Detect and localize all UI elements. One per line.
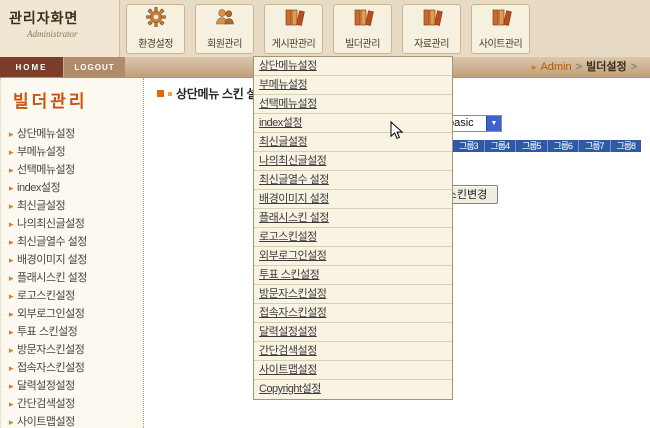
arrow-bullet-icon xyxy=(9,146,17,158)
sidebar-item[interactable]: 외부로그인설정 xyxy=(1,305,143,323)
arrow-bullet-icon xyxy=(9,362,17,374)
dropdown-menu-item[interactable]: 접속자스킨설정 xyxy=(254,304,452,323)
menu-button-data[interactable]: 자료관리 xyxy=(402,4,461,54)
sidebar: 빌더관리 상단메뉴설정 부메뉴설정 선택메뉴설정 index설정 최신글설정 나… xyxy=(0,78,144,428)
breadcrumb-arrow-icon: ▸ xyxy=(532,57,537,78)
arrow-bullet-icon xyxy=(9,164,17,176)
header: 관리자화면 Administrator xyxy=(0,0,650,57)
menu-button-label: 환경설정 xyxy=(138,35,173,50)
menu-button-site[interactable]: 사이트관리 xyxy=(471,4,530,54)
logo-title: 관리자화면 xyxy=(9,8,119,28)
sidebar-title: 빌더관리 xyxy=(13,87,143,112)
builder-icon xyxy=(351,5,375,34)
settings-icon xyxy=(144,5,168,34)
arrow-bullet-icon xyxy=(9,218,17,230)
sidebar-item[interactable]: 선택메뉴설정 xyxy=(1,161,143,179)
admin-screen: 관리자화면 Administrator xyxy=(0,0,650,428)
dropdown-menu-item[interactable]: 나의최신글설정 xyxy=(254,152,452,171)
home-button[interactable]: HOME xyxy=(0,57,63,77)
menu-button-label: 자료관리 xyxy=(414,35,449,50)
dropdown-menu-item[interactable]: 배경이미지 설정 xyxy=(254,190,452,209)
sidebar-item[interactable]: 상단메뉴설정 xyxy=(1,125,143,143)
dropdown-menu-item[interactable]: 달력설정설정 xyxy=(254,323,452,342)
dropdown-menu-item[interactable]: 부메뉴설정 xyxy=(254,76,452,95)
preview-menu-group[interactable]: 그룹7 xyxy=(579,140,611,152)
mouse-cursor-icon xyxy=(390,121,404,146)
site-icon xyxy=(489,5,513,34)
sidebar-item[interactable]: 방문자스킨설정 xyxy=(1,341,143,359)
breadcrumb-root[interactable]: Admin xyxy=(540,57,571,78)
arrow-bullet-icon xyxy=(9,416,17,428)
breadcrumb-separator: > xyxy=(576,57,582,78)
logo: 관리자화면 Administrator xyxy=(0,0,120,57)
menu-button-members[interactable]: 회원관리 xyxy=(195,4,254,54)
dropdown-menu-item[interactable]: 최신글설정 xyxy=(254,133,452,152)
sidebar-item[interactable]: 투표 스킨설정 xyxy=(1,323,143,341)
breadcrumb: ▸ Admin > 빌더설정 > xyxy=(532,57,650,77)
menu-preview-bar: 그룹3 그룹4 그룹5 그룹6 그룹7 그룹8 xyxy=(453,140,641,152)
preview-menu-group[interactable]: 그룹4 xyxy=(485,140,517,152)
board-icon xyxy=(282,5,306,34)
sidebar-item[interactable]: 접속자스킨설정 xyxy=(1,359,143,377)
dropdown-menu-item[interactable]: Copyright설정 xyxy=(254,380,452,399)
dropdown-menu-item[interactable]: 플래시스킨 설정 xyxy=(254,209,452,228)
arrow-bullet-icon xyxy=(9,326,17,338)
sidebar-menu: 상단메뉴설정 부메뉴설정 선택메뉴설정 index설정 최신글설정 나의최신글설… xyxy=(1,125,143,428)
menu-button-label: 회원관리 xyxy=(207,35,242,50)
preview-menu-group[interactable]: 그룹5 xyxy=(516,140,548,152)
dropdown-menu-item[interactable]: 방문자스킨설정 xyxy=(254,285,452,304)
sidebar-item[interactable]: 플래시스킨 설정 xyxy=(1,269,143,287)
arrow-bullet-icon xyxy=(9,182,17,194)
menu-button-label: 빌더관리 xyxy=(345,35,380,50)
dropdown-menu-item[interactable]: 사이트맵설정 xyxy=(254,361,452,380)
dropdown-menu-item[interactable]: 상단메뉴설정 xyxy=(254,57,452,76)
data-icon xyxy=(420,5,444,34)
top-menu: 환경설정 회원관리 xyxy=(126,4,530,54)
arrow-bullet-icon xyxy=(9,344,17,356)
arrow-bullet-icon xyxy=(9,398,17,410)
dropdown-menu-item[interactable]: 최신글열수 설정 xyxy=(254,171,452,190)
breadcrumb-current[interactable]: 빌더설정 xyxy=(586,57,626,78)
sidebar-item[interactable]: 최신글열수 설정 xyxy=(1,233,143,251)
dropdown-menu-item[interactable]: 선택메뉴설정 xyxy=(254,95,452,114)
sidebar-item[interactable]: 부메뉴설정 xyxy=(1,143,143,161)
title-bullet-icon xyxy=(168,92,172,96)
sidebar-item[interactable]: 사이트맵설정 xyxy=(1,413,143,428)
dropdown-menu-item[interactable]: 투표 스킨설정 xyxy=(254,266,452,285)
preview-menu-group[interactable]: 그룹6 xyxy=(548,140,580,152)
dropdown-menu-item[interactable]: index설정 xyxy=(254,114,452,133)
chevron-down-icon[interactable]: ▼ xyxy=(486,116,501,131)
sidebar-item[interactable]: 최신글설정 xyxy=(1,197,143,215)
dropdown-menu-item[interactable]: 로고스킨설정 xyxy=(254,228,452,247)
preview-menu-group[interactable]: 그룹8 xyxy=(611,140,642,152)
title-bullet-icon xyxy=(157,90,164,97)
breadcrumb-trailing: > xyxy=(631,57,637,78)
preview-menu-group[interactable]: 그룹3 xyxy=(453,140,485,152)
dropdown-menu-item[interactable]: 간단검색설정 xyxy=(254,342,452,361)
members-icon xyxy=(213,5,237,34)
sidebar-item[interactable]: index설정 xyxy=(1,179,143,197)
arrow-bullet-icon xyxy=(9,236,17,248)
sidebar-item[interactable]: 달력설정설정 xyxy=(1,377,143,395)
arrow-bullet-icon xyxy=(9,272,17,284)
arrow-bullet-icon xyxy=(9,254,17,266)
logout-button[interactable]: LOGOUT xyxy=(63,57,125,77)
sidebar-item[interactable]: 나의최신글설정 xyxy=(1,215,143,233)
sidebar-item[interactable]: 배경이미지 설정 xyxy=(1,251,143,269)
dropdown-menu-item[interactable]: 외부로그인설정 xyxy=(254,247,452,266)
arrow-bullet-icon xyxy=(9,380,17,392)
arrow-bullet-icon xyxy=(9,128,17,140)
arrow-bullet-icon xyxy=(9,200,17,212)
arrow-bullet-icon xyxy=(9,308,17,320)
menu-button-label: 사이트관리 xyxy=(479,35,523,50)
menu-button-settings[interactable]: 환경설정 xyxy=(126,4,185,54)
sidebar-item[interactable]: 간단검색설정 xyxy=(1,395,143,413)
arrow-bullet-icon xyxy=(9,290,17,302)
menu-button-builder[interactable]: 빌더관리 xyxy=(333,4,392,54)
sidebar-item[interactable]: 로고스킨설정 xyxy=(1,287,143,305)
menu-button-label: 게시판관리 xyxy=(272,35,316,50)
builder-dropdown-menu: 상단메뉴설정 부메뉴설정 선택메뉴설정 index설정 최신글설정 나의최신글설… xyxy=(253,56,453,400)
logo-subtitle: Administrator xyxy=(27,29,119,39)
menu-button-board[interactable]: 게시판관리 xyxy=(264,4,323,54)
